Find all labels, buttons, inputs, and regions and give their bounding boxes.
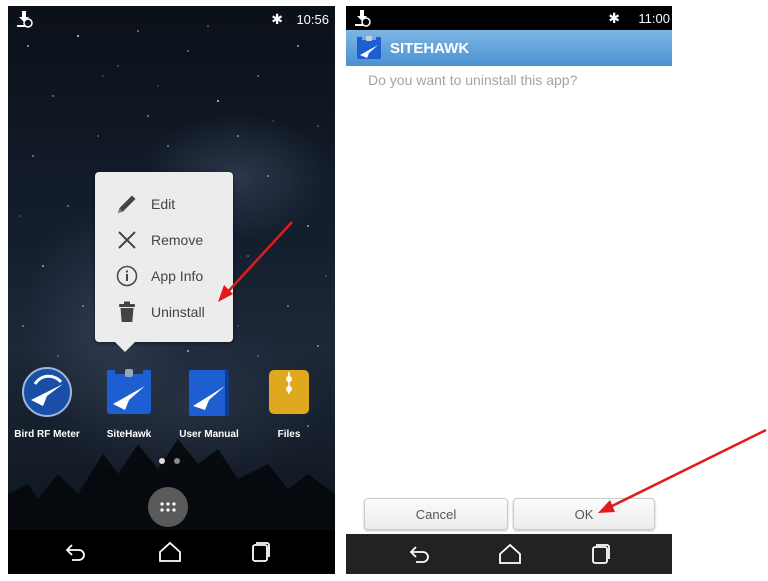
cancel-button[interactable]: Cancel	[364, 498, 508, 530]
home-icon[interactable]	[498, 542, 522, 566]
menu-item-edit[interactable]: Edit	[95, 186, 233, 222]
bluetooth-icon: ✱	[271, 11, 283, 27]
status-time: 11:00	[638, 11, 670, 26]
ok-button[interactable]: OK	[513, 498, 655, 530]
uninstall-dialog-screen: ✱ 11:00 SITEHAWK Do you want to uninstal…	[346, 6, 672, 574]
menu-item-uninstall[interactable]: Uninstall	[95, 294, 233, 330]
back-icon[interactable]	[408, 542, 432, 566]
trash-icon	[115, 300, 139, 324]
navigation-bar	[8, 530, 335, 574]
navigation-bar	[346, 534, 672, 574]
page-indicator-dot	[174, 458, 180, 464]
status-bar: ✱ 11:00	[346, 6, 672, 30]
dialog-title-bar: SITEHAWK	[346, 30, 672, 66]
download-notification-icon	[17, 11, 33, 28]
recent-apps-icon[interactable]	[588, 542, 612, 566]
menu-item-label: Uninstall	[151, 304, 205, 320]
menu-item-app-info[interactable]: App Info	[95, 258, 233, 294]
sitehawk-icon	[107, 369, 151, 414]
menu-item-remove[interactable]: Remove	[95, 222, 233, 258]
status-time: 10:56	[296, 12, 329, 27]
home-icon[interactable]	[158, 540, 182, 564]
home-screen: ✱ 10:56 Edit Remove App Info Uninstall B…	[8, 6, 335, 574]
page-indicator-dot	[159, 458, 165, 464]
sitehawk-icon	[357, 36, 381, 59]
app-context-menu: Edit Remove App Info Uninstall	[95, 172, 233, 352]
app-drawer-button[interactable]	[148, 487, 188, 527]
pencil-icon	[115, 192, 139, 216]
dialog-button-row: Cancel OK	[346, 496, 672, 536]
menu-item-label: Edit	[151, 196, 176, 212]
files-icon	[269, 370, 309, 414]
info-icon	[115, 264, 139, 288]
grid-dots-icon	[160, 502, 176, 512]
recent-apps-icon[interactable]	[248, 540, 272, 564]
status-bar: ✱ 10:56	[8, 6, 335, 32]
menu-item-label: App Info	[151, 268, 204, 284]
bird-rf-meter-icon	[22, 367, 72, 417]
menu-item-label: Remove	[151, 232, 204, 248]
user-manual-icon	[189, 370, 229, 416]
uninstall-question: Do you want to uninstall this app?	[368, 72, 578, 88]
download-notification-icon	[355, 10, 371, 27]
dialog-title: SITEHAWK	[390, 40, 470, 57]
bluetooth-icon: ✱	[608, 10, 620, 26]
close-icon	[115, 228, 139, 252]
back-icon[interactable]	[64, 540, 88, 564]
